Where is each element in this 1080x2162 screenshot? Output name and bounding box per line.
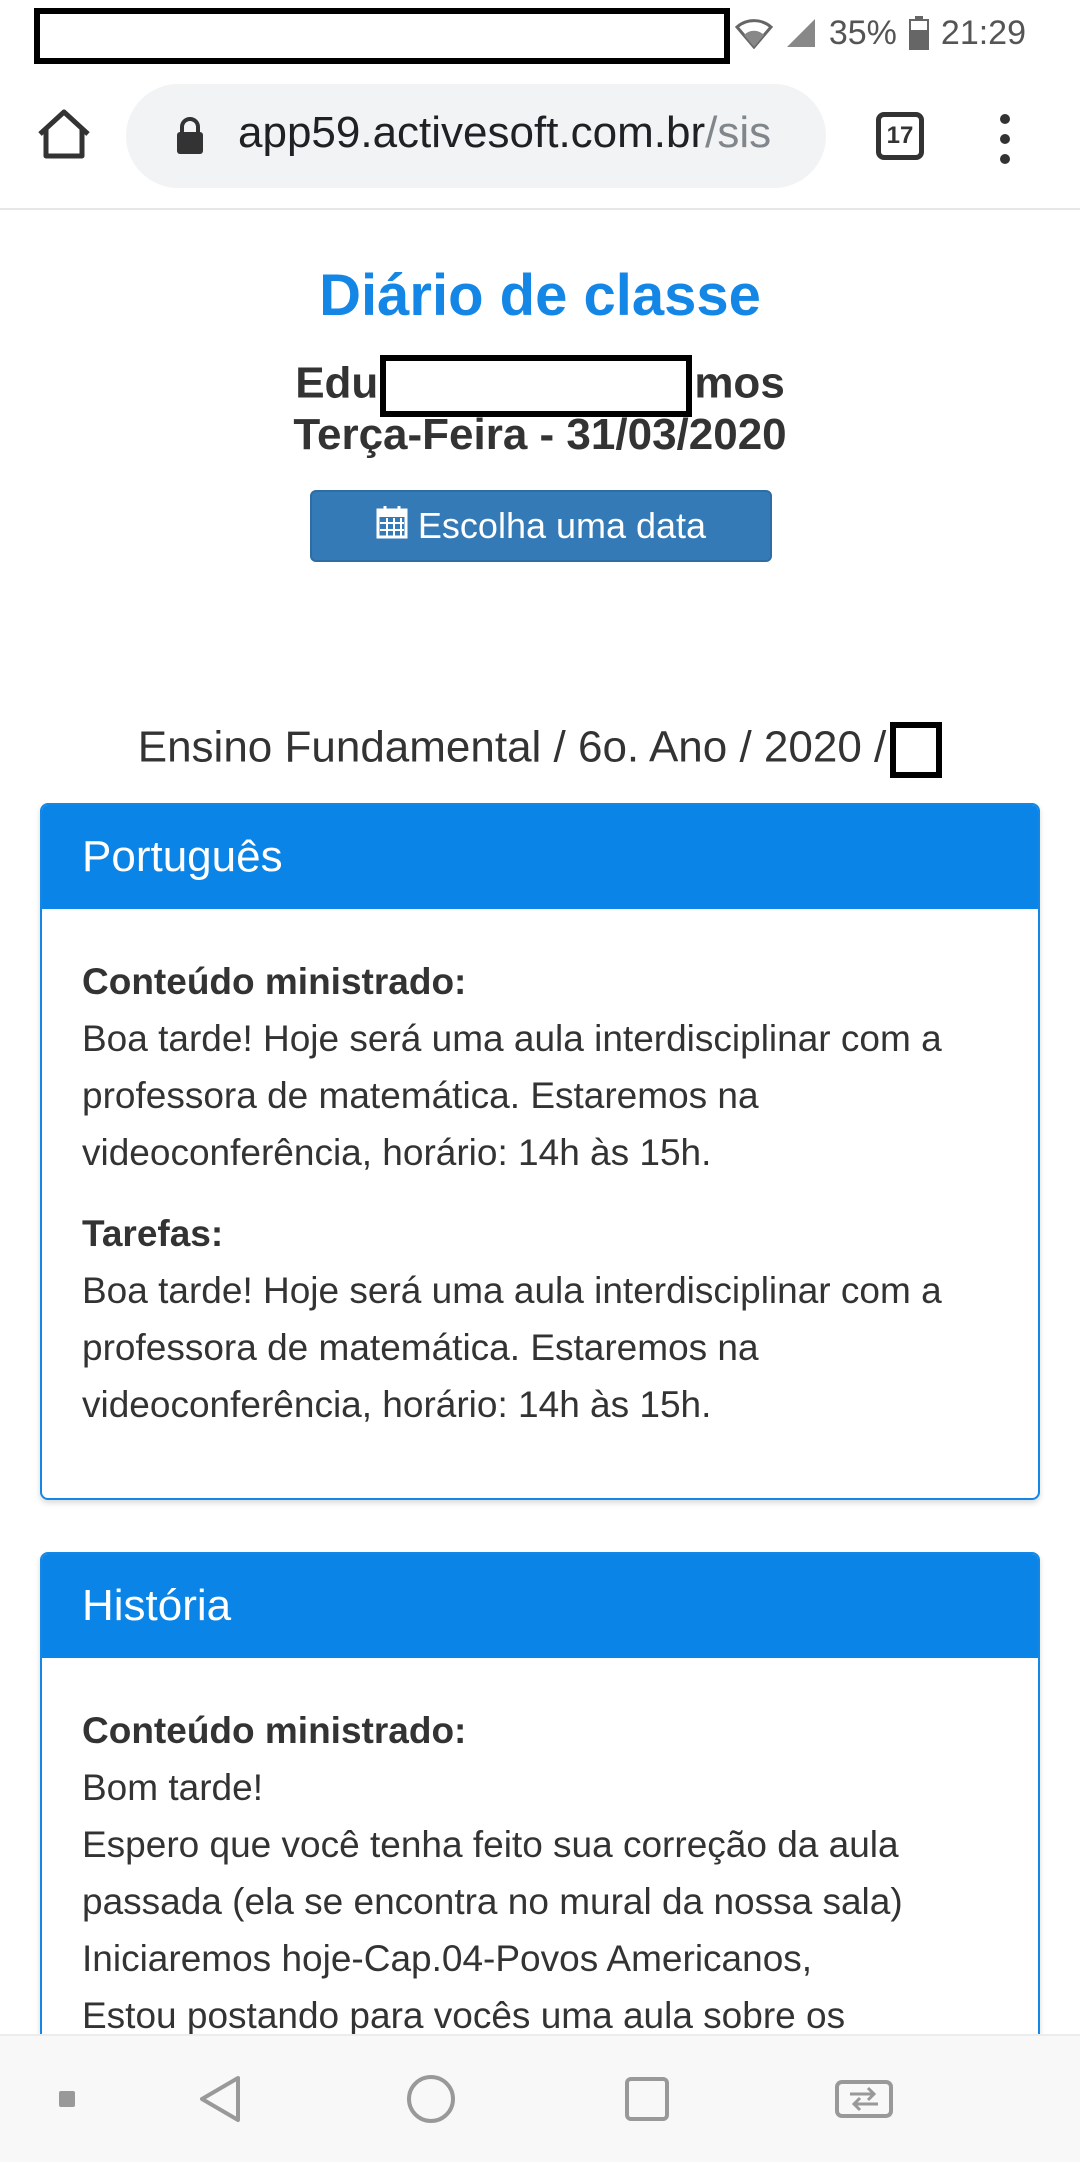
url-host: app59.activesoft.com.br — [238, 108, 706, 157]
overview-icon[interactable] — [624, 2076, 670, 2122]
subject-panel-portugues: Português Conteúdo ministrado: Boa tarde… — [40, 803, 1040, 1500]
content-section: Conteúdo ministrado: Boa tarde! Hoje ser… — [82, 953, 998, 1181]
content-line: Bom tarde! — [82, 1767, 263, 1808]
redacted-student-name — [380, 355, 693, 417]
battery-icon — [908, 16, 929, 50]
tasks-label: Tarefas: — [82, 1213, 224, 1254]
home-icon[interactable] — [34, 104, 94, 164]
content-line: Espero que você tenha feito sua correção… — [82, 1824, 903, 1922]
navigation-bar — [0, 2034, 1080, 2162]
browser-toolbar: app59.activesoft.com.br/sis 17 — [0, 66, 1080, 210]
content-label: Conteúdo ministrado: — [82, 961, 467, 1002]
redacted-class-code — [890, 722, 943, 778]
current-date: Terça-Feira - 31/03/2020 — [293, 410, 787, 459]
choose-date-button[interactable]: Escolha uma data — [310, 490, 772, 562]
student-name-suffix: mos — [694, 358, 785, 408]
panel-heading: Português — [42, 805, 1038, 909]
content-label: Conteúdo ministrado: — [82, 1710, 467, 1751]
status-indicators: 35% 21:29 — [734, 10, 1026, 56]
subject-title: História — [82, 1581, 232, 1630]
panel-body: Conteúdo ministrado: Bom tarde! Espero q… — [42, 1658, 1038, 2070]
student-name: Edu mos — [0, 355, 1080, 417]
lock-icon — [174, 116, 206, 161]
tasks-text: Boa tarde! Hoje será uma aula interdisci… — [82, 1270, 942, 1425]
clock: 21:29 — [940, 13, 1026, 52]
class-info: Ensino Fundamental / 6o. Ano / 2020 / — [0, 722, 1080, 778]
student-name-prefix: Edu — [295, 358, 379, 408]
class-info-text: Ensino Fundamental / 6o. Ano / 2020 / — [137, 722, 887, 772]
subject-panel-historia: História Conteúdo ministrado: Bom tarde!… — [40, 1552, 1040, 2072]
tabs-icon[interactable]: 17 — [876, 112, 924, 160]
more-vert-icon[interactable] — [990, 112, 1020, 166]
recent-dot-icon — [59, 2091, 75, 2107]
url-text[interactable]: app59.activesoft.com.br/sis — [238, 108, 771, 158]
choose-date-label: Escolha uma data — [417, 505, 707, 546]
back-icon[interactable] — [196, 2074, 244, 2124]
tab-count: 17 — [886, 122, 914, 149]
home-circle-icon[interactable] — [406, 2074, 456, 2124]
calendar-icon — [376, 505, 408, 548]
content-section: Conteúdo ministrado: Bom tarde! Espero q… — [82, 1702, 998, 2044]
switch-app-icon[interactable] — [834, 2076, 894, 2122]
panel-heading: História — [42, 1554, 1038, 1658]
subject-title: Português — [82, 832, 283, 881]
tasks-section: Tarefas: Boa tarde! Hoje será uma aula i… — [82, 1205, 998, 1433]
status-bar: 35% 21:29 — [0, 0, 1080, 66]
address-bar[interactable]: app59.activesoft.com.br/sis — [126, 84, 826, 188]
signal-icon — [785, 17, 817, 49]
panel-body: Conteúdo ministrado: Boa tarde! Hoje ser… — [42, 909, 1038, 1463]
content-text: Boa tarde! Hoje será uma aula interdisci… — [82, 1018, 942, 1173]
content-line: Iniciaremos hoje-Cap.04-Povos Americanos… — [82, 1938, 813, 1979]
url-path: /sis — [705, 108, 772, 157]
wifi-icon — [734, 17, 773, 49]
redacted-notification-area — [34, 8, 730, 64]
battery-percent: 35% — [828, 13, 897, 52]
page-title: Diário de classe — [319, 263, 761, 328]
